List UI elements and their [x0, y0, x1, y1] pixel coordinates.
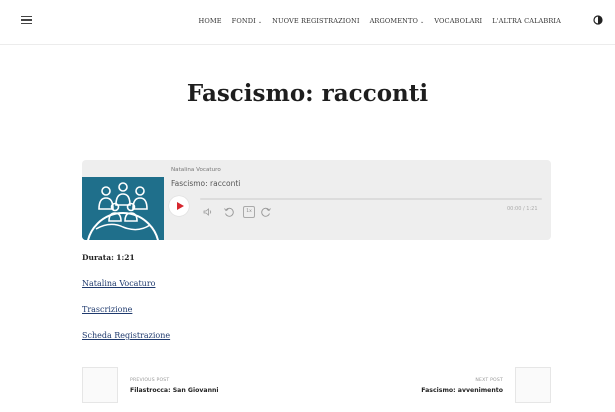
nav-item-home[interactable]: HOME — [199, 17, 222, 25]
hamburger-icon[interactable] — [21, 16, 32, 25]
people-globe-illustration — [82, 177, 164, 240]
duration-label: Durata: — [82, 253, 114, 262]
chevron-down-icon: ⌄ — [420, 19, 425, 25]
next-post-title[interactable]: Fascismo: avvenimento — [421, 387, 503, 394]
previous-post-thumbnail[interactable] — [82, 367, 118, 403]
speed-button[interactable]: 1x — [243, 206, 255, 218]
previous-post-title[interactable]: Filastrocca: San Giovanni — [130, 387, 219, 394]
main-nav: HOME FONDI ⌄ NUOVE REGISTRAZIONI ARGOMENT… — [199, 17, 561, 25]
duration: Durata: 1:21 — [82, 253, 135, 262]
player-author: Natalina Vocaturo — [171, 167, 221, 173]
previous-post-kicker: PREVIOUS POST — [130, 378, 170, 383]
nav-item-altra-calabria[interactable]: L'ALTRA CALABRIA — [492, 17, 561, 25]
play-icon — [177, 201, 184, 210]
contrast-icon[interactable] — [593, 15, 603, 25]
volume-icon[interactable] — [203, 208, 213, 216]
time-display: 00:00 / 1:21 — [507, 206, 538, 212]
next-post-thumbnail[interactable] — [515, 367, 551, 403]
nav-item-argomento[interactable]: ARGOMENTO ⌄ — [370, 17, 425, 25]
play-button[interactable] — [169, 196, 189, 216]
duration-value: 1:21 — [116, 253, 135, 262]
progress-bar[interactable] — [200, 198, 542, 200]
transcript-link[interactable]: Trascrizione — [82, 305, 132, 314]
forward-icon[interactable] — [260, 206, 272, 218]
audio-player: Natalina Vocaturo Fascismo: racconti 1x … — [82, 160, 551, 240]
cover-image — [82, 177, 164, 240]
nav-item-fondi[interactable]: FONDI ⌄ — [232, 17, 262, 25]
top-bar: HOME FONDI ⌄ NUOVE REGISTRAZIONI ARGOMENT… — [0, 0, 615, 45]
record-sheet-link[interactable]: Scheda Registrazione — [82, 331, 170, 340]
nav-item-nuove-registrazioni[interactable]: NUOVE REGISTRAZIONI — [272, 17, 359, 25]
rewind-icon[interactable] — [223, 206, 235, 218]
post-navigation: PREVIOUS POST Filastrocca: San Giovanni … — [82, 367, 551, 403]
player-track-title: Fascismo: racconti — [171, 179, 241, 188]
page-title: Fascismo: racconti — [186, 80, 429, 107]
chevron-down-icon: ⌄ — [257, 19, 263, 25]
author-link[interactable]: Natalina Vocaturo — [82, 279, 155, 288]
nav-item-vocabolari[interactable]: VOCABOLARI — [434, 17, 482, 25]
next-post-kicker: NEXT POST — [475, 378, 503, 383]
